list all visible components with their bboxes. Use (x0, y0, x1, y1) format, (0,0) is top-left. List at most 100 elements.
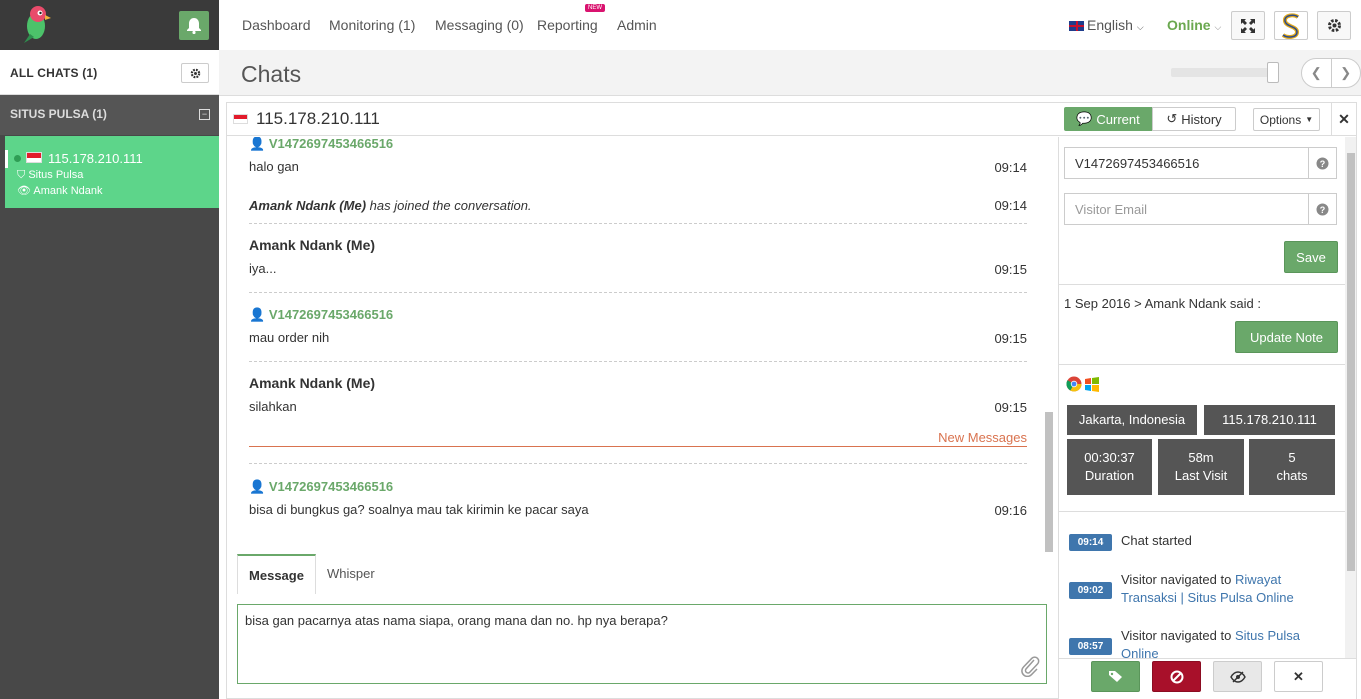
divider (1059, 511, 1345, 512)
all-chats-label: ALL CHATS (1) (10, 66, 98, 80)
message-input-value: bisa gan pacarnya atas nama siapa, orang… (245, 613, 668, 628)
help-icon[interactable]: ? (1308, 194, 1336, 224)
indonesia-flag-icon (233, 114, 248, 124)
nav-monitoring[interactable]: Monitoring (1) (329, 17, 415, 33)
caret-down-icon: ▼ (1305, 115, 1314, 124)
help-icon[interactable]: ? (1308, 148, 1336, 178)
zoom-slider-handle[interactable] (1267, 62, 1279, 83)
message-scrollbar[interactable] (1045, 412, 1053, 552)
message-divider (249, 292, 1027, 293)
all-chats-header: ALL CHATS (1) (0, 50, 219, 95)
options-dropdown[interactable]: Options ▼ (1253, 108, 1320, 131)
stat-chats: 5 chats (1249, 439, 1335, 495)
svg-text:?: ? (1320, 159, 1326, 169)
visitor-location: Jakarta, Indonesia (1067, 405, 1197, 435)
chat-group-situs-pulsa[interactable]: SITUS PULSA (1) − (0, 95, 219, 135)
message-author: 👤 V1472697453466516 (249, 479, 1027, 495)
stat-chats-label: chats (1276, 468, 1308, 483)
timeline-label: Visitor navigated to (1121, 572, 1232, 587)
block-visitor-button[interactable] (1152, 661, 1201, 692)
message-time: 09:16 (994, 503, 1027, 518)
s-logo-icon (1276, 12, 1306, 39)
message-item: 👤 V1472697453466516 halo gan 09:14 (249, 137, 1027, 175)
chat-item-operator-label: Amank Ndank (33, 185, 103, 197)
stat-last-visit: 58m Last Visit (1158, 439, 1244, 495)
close-icon: ✕ (1293, 668, 1304, 684)
settings-button[interactable] (1317, 11, 1351, 40)
divider (1059, 364, 1345, 365)
divider (1059, 284, 1345, 285)
visitor-info-panel: V1472697453466516 ? Visitor Email ? Save… (1058, 137, 1356, 699)
timeline-time: 08:57 (1069, 638, 1112, 655)
message-text: bisa di bungkus ga? soalnya mau tak kiri… (249, 502, 589, 517)
parrot-logo-icon[interactable] (18, 4, 54, 44)
paperclip-icon[interactable] (1020, 655, 1040, 677)
bookmark-icon: ⛉ (17, 169, 26, 181)
close-chat-button[interactable]: ✕ (1331, 103, 1356, 136)
zoom-slider-track[interactable] (1171, 68, 1275, 77)
indonesia-flag-icon (26, 152, 42, 163)
chat-group-label: SITUS PULSA (1) (10, 107, 107, 121)
message-system-text: has joined the conversation. (369, 198, 532, 213)
new-badge: NEW (585, 4, 605, 12)
message-author: 👤 V1472697453466516 (249, 307, 1027, 323)
nav-admin[interactable]: Admin (617, 17, 657, 33)
online-status-icon (14, 155, 21, 162)
info-scrollbar[interactable] (1345, 137, 1356, 658)
language-selector[interactable]: English ⌵ (1069, 17, 1144, 33)
message-author-name: V1472697453466516 (268, 479, 394, 494)
chat-item-operator: 👁 Amank Ndank (17, 184, 103, 197)
bell-icon (187, 18, 201, 34)
fullscreen-button[interactable] (1231, 11, 1265, 40)
tab-message[interactable]: Message (237, 554, 316, 594)
tag-button[interactable] (1091, 661, 1140, 692)
chat-item-site-label: Situs Pulsa (28, 169, 84, 181)
info-scrollbar-thumb[interactable] (1347, 153, 1355, 571)
save-button[interactable]: Save (1284, 241, 1338, 273)
message-time: 09:15 (994, 262, 1027, 277)
message-author-name: Amank Ndank (Me) (249, 198, 367, 213)
hide-chat-button[interactable] (1213, 661, 1262, 692)
tags-icon (1108, 671, 1122, 682)
tab-whisper[interactable]: Whisper (327, 566, 375, 581)
windows-os-icon (1085, 377, 1099, 392)
tab-current[interactable]: 💬 Current (1064, 107, 1152, 131)
eye-slash-icon (1229, 670, 1246, 683)
close-chat-action-button[interactable]: ✕ (1274, 661, 1323, 692)
chat-item-site: ⛉ Situs Pulsa (17, 169, 83, 182)
visitor-name-value: V1472697453466516 (1075, 156, 1200, 171)
chat-settings-button[interactable] (181, 63, 209, 83)
update-note-button[interactable]: Update Note (1235, 321, 1338, 353)
nav-dashboard[interactable]: Dashboard (242, 17, 311, 33)
chat-actions-bar: ✕ (1059, 658, 1356, 699)
chat-list-item[interactable]: 115.178.210.111 ⛉ Situs Pulsa 👁 Amank Nd… (5, 136, 219, 208)
stat-duration: 00:30:37 Duration (1067, 439, 1152, 495)
nav-messaging[interactable]: Messaging (0) (435, 17, 524, 33)
tab-history[interactable]: ↺ History (1152, 107, 1236, 131)
message-divider (249, 463, 1027, 464)
message-divider (249, 361, 1027, 362)
close-icon: ✕ (1338, 111, 1350, 127)
page-title: Chats (241, 61, 302, 87)
collapse-icon[interactable]: − (199, 109, 210, 120)
notifications-button[interactable] (179, 11, 209, 40)
message-author-name: V1472697453466516 (268, 307, 394, 322)
next-chat-button[interactable]: ❯ (1332, 59, 1361, 87)
message-time: 09:14 (994, 198, 1027, 213)
timeline-label: Visitor navigated to (1121, 628, 1232, 643)
previous-chat-button[interactable]: ❮ (1302, 59, 1332, 87)
gear-icon (190, 68, 200, 78)
user-avatar[interactable] (1274, 11, 1308, 40)
status-selector[interactable]: Online ⌵ (1167, 17, 1221, 33)
message-text: Amank Ndank (Me) has joined the conversa… (249, 198, 1027, 213)
message-divider (249, 223, 1027, 224)
ban-icon (1170, 670, 1183, 683)
visitor-ip: 115.178.210.111 (1204, 405, 1335, 435)
visitor-name-field[interactable]: V1472697453466516 ? (1064, 147, 1337, 179)
visitor-email-field[interactable]: Visitor Email ? (1064, 193, 1337, 225)
nav-reporting[interactable]: Reporting (537, 17, 598, 33)
message-input[interactable]: bisa gan pacarnya atas nama siapa, orang… (237, 604, 1047, 684)
message-item: 👤 V1472697453466516 mau order nih 09:15 (249, 307, 1027, 346)
chevron-down-icon: ⌵ (1136, 22, 1144, 32)
sidebar: ALL CHATS (1) SITUS PULSA (1) − 115.178.… (0, 0, 219, 699)
